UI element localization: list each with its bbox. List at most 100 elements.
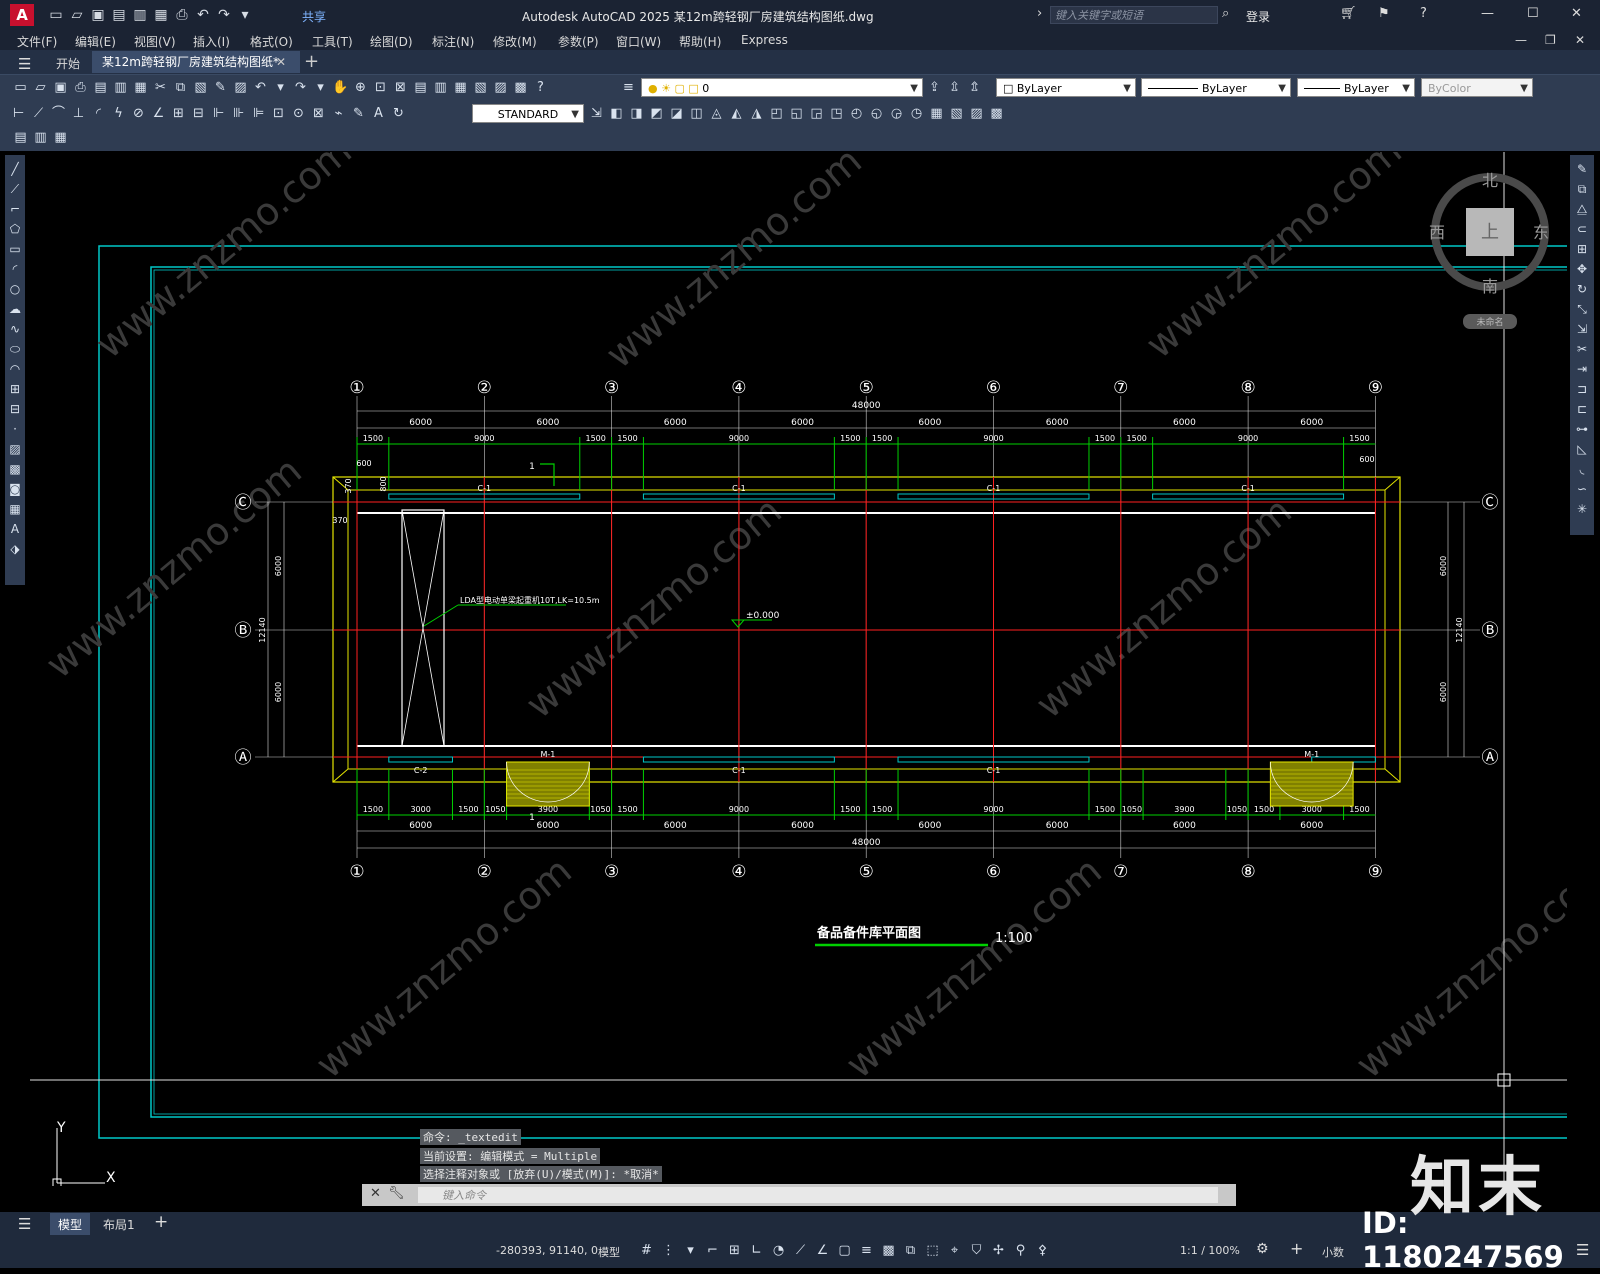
login-button[interactable]: 登录 xyxy=(1246,8,1270,25)
workspace-gear-icon[interactable]: ⚙ xyxy=(1256,1241,1269,1257)
gradient-icon[interactable]: ▩ xyxy=(7,461,23,477)
minimize-button[interactable]: — xyxy=(1481,6,1494,21)
pdf-icon[interactable]: ▦ xyxy=(132,80,149,96)
new-tab-icon[interactable]: + xyxy=(304,51,319,72)
publish-icon[interactable]: ▥ xyxy=(112,80,129,96)
dropdown-icon[interactable]: ▾ xyxy=(682,1242,699,1260)
menu-hamburger-icon[interactable]: ☰ xyxy=(18,55,31,73)
block-attr-icon[interactable]: ▥ xyxy=(32,130,49,146)
add-layout-icon[interactable]: + xyxy=(154,1212,168,1232)
tab-start[interactable]: 开始 xyxy=(56,55,80,72)
add-selected-icon[interactable]: ⬗ xyxy=(7,541,23,557)
extend-icon[interactable]: ⇥ xyxy=(1574,361,1590,377)
chamfer-icon[interactable]: ◺ xyxy=(1574,441,1590,457)
match-prop-icon[interactable]: ✎ xyxy=(212,80,229,96)
tab-layout1[interactable]: 布局1 xyxy=(103,1216,135,1233)
explode-icon[interactable]: ✳ xyxy=(1574,501,1590,517)
plot-preview-icon[interactable]: ▦ xyxy=(153,7,169,23)
dimstyle-manager-icon[interactable]: ⇲ xyxy=(588,106,605,122)
presspull-icon[interactable]: ◴ xyxy=(848,106,865,122)
menu-dimension[interactable]: 标注(N) xyxy=(432,33,474,50)
annotation-visibility-icon[interactable]: ⚲ xyxy=(1012,1242,1029,1260)
print-icon[interactable]: ⎙ xyxy=(174,7,190,23)
units-selector[interactable]: 小数 xyxy=(1322,1244,1344,1260)
quick-dim-icon[interactable]: ⊞ xyxy=(170,106,187,122)
box-icon[interactable]: ◧ xyxy=(608,106,625,122)
layer-properties-icon[interactable]: ≡ xyxy=(620,80,637,96)
rectangle-icon[interactable]: ▭ xyxy=(7,241,23,257)
subtract-icon[interactable]: ◬ xyxy=(708,106,725,122)
redo-icon[interactable]: ↷ xyxy=(292,80,309,96)
crease-icon[interactable]: ▩ xyxy=(988,106,1005,122)
viewcube-north-label[interactable]: 北 xyxy=(1482,171,1498,190)
auto-scale-icon[interactable]: ⚴ xyxy=(1034,1242,1051,1260)
mtext-icon[interactable]: A xyxy=(7,521,23,537)
publish-icon[interactable]: ▥ xyxy=(132,7,148,23)
move-icon[interactable]: ✥ xyxy=(1574,261,1590,277)
stretch-icon[interactable]: ⇲ xyxy=(1574,321,1590,337)
markup-icon[interactable]: ▨ xyxy=(492,80,509,96)
erase-icon[interactable]: ✎ xyxy=(1574,161,1590,177)
infer-constraints-icon[interactable]: ⌐ xyxy=(704,1242,721,1260)
trim-icon[interactable]: ✂ xyxy=(1574,341,1590,357)
selection-cycling-icon[interactable]: ⧉ xyxy=(902,1242,919,1260)
help-icon[interactable]: ? xyxy=(1420,6,1427,21)
insert-block-icon[interactable]: ⊞ xyxy=(7,381,23,397)
ucs-menu-label[interactable]: 未命名 xyxy=(1476,316,1503,328)
line-icon[interactable]: ╱ xyxy=(7,161,23,177)
sphere-icon[interactable]: ◪ xyxy=(668,106,685,122)
join-icon[interactable]: ⊶ xyxy=(1574,421,1590,437)
spline-icon[interactable]: ∿ xyxy=(7,321,23,337)
cone-icon[interactable]: ◩ xyxy=(648,106,665,122)
share-button[interactable]: 共享 xyxy=(302,8,326,25)
chamfer-edge-icon[interactable]: ◷ xyxy=(908,106,925,122)
exchange-icon[interactable]: ⚑ xyxy=(1378,6,1390,21)
qnew-icon[interactable]: ▭ xyxy=(12,80,29,96)
ellipse-icon[interactable]: ⬭ xyxy=(7,341,23,357)
isodraft-icon[interactable]: ⟋ xyxy=(792,1242,809,1260)
cylinder-icon[interactable]: ◨ xyxy=(628,106,645,122)
menu-window[interactable]: 窗口(W) xyxy=(616,33,661,50)
layout-menu-icon[interactable]: ☰ xyxy=(18,1215,31,1233)
sweep-icon[interactable]: ◱ xyxy=(788,106,805,122)
selection-filter-icon[interactable]: ⛉ xyxy=(968,1242,985,1260)
construction-line-icon[interactable]: ⟋ xyxy=(7,181,23,197)
annotation-monitor-icon[interactable]: + xyxy=(1290,1239,1303,1258)
help-icon[interactable]: ? xyxy=(532,80,549,96)
expand-arrow-icon[interactable]: › xyxy=(1037,6,1042,21)
dynamic-input-icon[interactable]: ⊞ xyxy=(726,1242,743,1260)
menu-edit[interactable]: 编辑(E) xyxy=(75,33,116,50)
inspection-icon[interactable]: ⊠ xyxy=(310,106,327,122)
make-block-icon[interactable]: ⊟ xyxy=(7,401,23,417)
jogged-linear-icon[interactable]: ⌁ xyxy=(330,106,347,122)
dim-break-icon[interactable]: ⊫ xyxy=(250,106,267,122)
tab-model[interactable]: 模型 xyxy=(58,1216,82,1233)
viewcube-west-label[interactable]: 西 xyxy=(1429,223,1445,242)
autocad-logo[interactable]: A xyxy=(10,4,34,26)
point-icon[interactable]: · xyxy=(7,421,23,437)
menu-modify[interactable]: 修改(M) xyxy=(493,33,537,50)
dim-space-icon[interactable]: ⊪ xyxy=(230,106,247,122)
maximize-button[interactable]: ☐ xyxy=(1527,6,1539,21)
table-icon[interactable]: ▦ xyxy=(52,130,69,146)
close-command-icon[interactable]: ✕ xyxy=(370,1186,381,1201)
dim-diameter-icon[interactable]: ⊘ xyxy=(130,106,147,122)
offset-icon[interactable]: ⊂ xyxy=(1574,221,1590,237)
object-snap-icon[interactable]: ▢ xyxy=(836,1242,853,1260)
table-icon[interactable]: ▦ xyxy=(7,501,23,517)
tab-active-drawing[interactable]: 某12m跨轻钢厂房建筑结构图纸* xyxy=(92,51,300,73)
menu-tools[interactable]: 工具(T) xyxy=(312,33,353,50)
dim-ordinate-icon[interactable]: ⊥ xyxy=(70,106,87,122)
circle-icon[interactable]: ○ xyxy=(7,281,23,297)
break-icon[interactable]: ⊏ xyxy=(1574,401,1590,417)
linetype-dropdown[interactable]: ByLayer ▼ xyxy=(1141,78,1291,97)
viewcube-south-label[interactable]: 南 xyxy=(1482,277,1498,296)
redo-list-icon[interactable]: ▾ xyxy=(312,80,329,96)
zoom-previous-icon[interactable]: ⊠ xyxy=(392,80,409,96)
doc-close-button[interactable]: ✕ xyxy=(1575,33,1585,47)
model-space-toggle[interactable]: 模型 xyxy=(598,1244,620,1260)
ellipse-arc-icon[interactable]: ◠ xyxy=(7,361,23,377)
dim-jogged-icon[interactable]: ϟ xyxy=(110,106,127,122)
plotstyle-dropdown[interactable]: ByColor ▼ xyxy=(1421,78,1533,97)
undo-icon[interactable]: ↶ xyxy=(195,7,211,23)
